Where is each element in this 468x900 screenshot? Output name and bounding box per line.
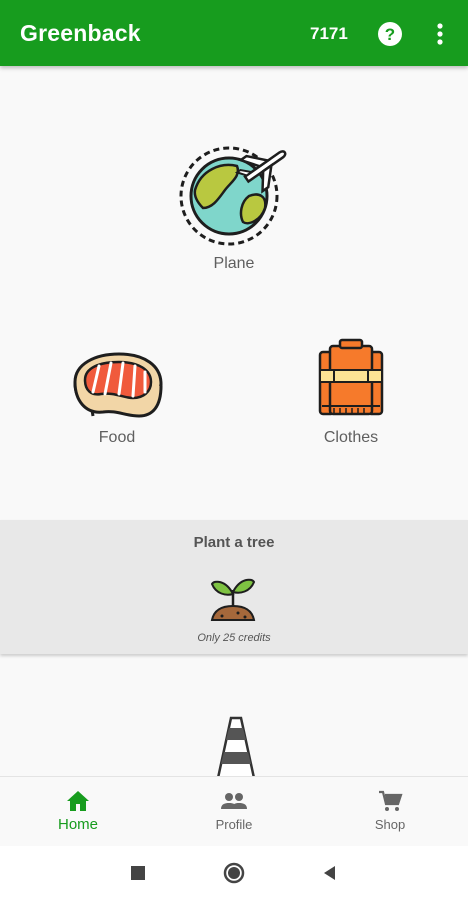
category-label-plane: Plane <box>213 255 255 272</box>
plant-tree-card[interactable]: Plant a tree Only 25 credits <box>0 520 468 654</box>
bottom-navigation: Home Profile Shop <box>0 776 468 846</box>
nav-item-shop[interactable]: Shop <box>312 777 468 847</box>
app-title: Greenback <box>20 20 141 46</box>
nav-item-profile[interactable]: Profile <box>156 777 312 847</box>
traffic-cone-icon <box>217 716 255 776</box>
main-content: Plane Food Clothes Plant a tree Only 25 … <box>0 66 468 776</box>
steak-icon <box>73 352 163 418</box>
plane-globe-icon <box>179 146 287 246</box>
sprout-icon <box>210 578 256 621</box>
system-navigation-bar <box>0 846 468 900</box>
credits-count: 7171 <box>310 24 348 43</box>
nav-item-home[interactable]: Home <box>0 777 156 847</box>
app-bar: Greenback 7171 ? <box>0 0 468 66</box>
home-icon <box>67 791 89 811</box>
nav-label-home: Home <box>57 816 98 833</box>
svg-text:?: ? <box>385 25 395 44</box>
sweater-icon <box>318 338 384 416</box>
nav-label-profile: Profile <box>215 817 253 832</box>
category-plane[interactable]: Plane <box>164 138 304 273</box>
home-button-icon[interactable] <box>222 861 246 885</box>
recent-apps-icon[interactable] <box>126 861 150 885</box>
more-vert-icon[interactable] <box>428 20 452 48</box>
plant-tree-title: Plant a tree <box>193 534 275 551</box>
people-icon <box>221 793 247 809</box>
category-label-food: Food <box>98 429 136 446</box>
category-label-clothes: Clothes <box>323 429 379 446</box>
back-icon[interactable] <box>318 861 342 885</box>
cart-icon <box>379 790 403 811</box>
plant-tree-price: Only 25 credits <box>197 632 271 644</box>
nav-label-shop: Shop <box>374 817 406 832</box>
category-food[interactable]: Food <box>62 346 172 447</box>
category-clothes[interactable]: Clothes <box>296 338 406 447</box>
help-circle-icon[interactable]: ? <box>376 20 404 48</box>
